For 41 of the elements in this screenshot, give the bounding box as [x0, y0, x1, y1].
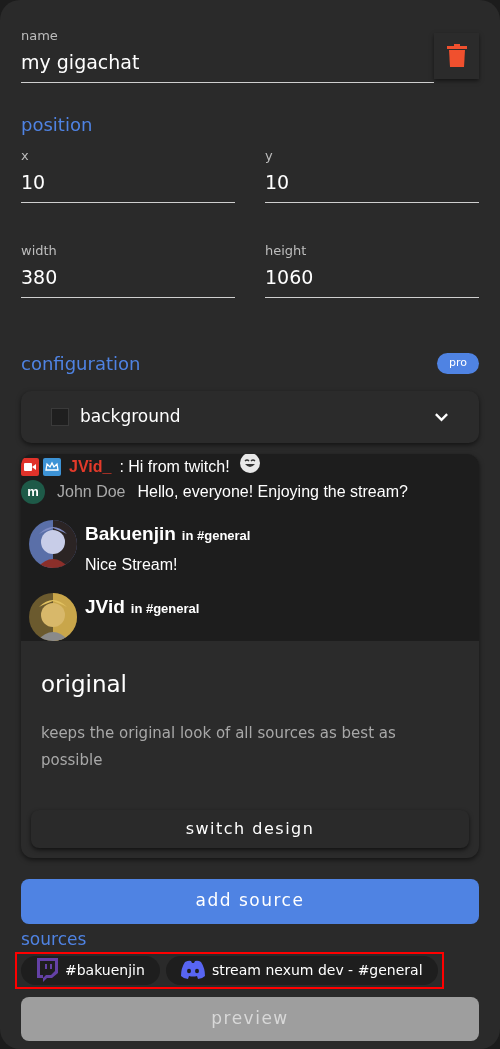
field-label: height: [265, 242, 307, 260]
field-label: x: [21, 147, 29, 165]
add-source-button[interactable]: add source: [21, 878, 479, 924]
chat-username: John Doe: [57, 482, 126, 502]
emote-icon: [237, 454, 262, 475]
field-label: width: [21, 242, 57, 260]
avatar-initial: m: [21, 480, 45, 504]
chat-message: Hello, everyone! Enjoying the stream?: [137, 482, 408, 502]
trash-icon: [446, 44, 467, 68]
channel-label: in #general: [130, 599, 200, 618]
input-field[interactable]: 380: [21, 260, 235, 298]
input-field[interactable]: 10: [21, 165, 235, 203]
input-field[interactable]: 10: [265, 165, 479, 203]
section-heading: position: [21, 113, 93, 137]
channel-label: in #general: [181, 527, 251, 545]
switch-design-button[interactable]: switch design: [31, 809, 469, 848]
section-heading: sources: [21, 927, 87, 950]
input-field[interactable]: my gigachat: [21, 45, 434, 83]
chat-username: JVid: [85, 594, 125, 619]
game-controller-icon: [179, 960, 206, 980]
section-heading: configuration: [21, 352, 141, 376]
checkbox[interactable]: [51, 408, 69, 426]
camera-badge-icon: [21, 458, 39, 476]
crown-badge-icon: [43, 458, 61, 476]
field-label: y: [265, 147, 273, 165]
source-chip[interactable]: stream nexum dev - #general: [165, 955, 438, 985]
design-description: keeps the original look of all sources as best as possible: [41, 722, 397, 771]
chat-username: JVid_: [69, 457, 112, 477]
background-accordion[interactable]: background: [21, 391, 479, 443]
design-title: original: [41, 670, 127, 699]
field-label: name: [21, 27, 58, 45]
chat-bubble-icon: [35, 957, 59, 983]
chip-label: stream nexum dev - #general: [211, 960, 423, 980]
delete-button[interactable]: [434, 33, 479, 79]
source-chip[interactable]: #bakuenjin: [21, 955, 160, 985]
pro-badge: pro: [437, 353, 479, 374]
chip-label: #bakuenjin: [65, 960, 145, 980]
chat-username: Bakuenjin: [85, 522, 176, 546]
chat-message: Nice Stream!: [85, 554, 179, 575]
input-field[interactable]: 1060: [265, 260, 479, 298]
chat-message: : Hi from twitch!: [119, 457, 230, 477]
